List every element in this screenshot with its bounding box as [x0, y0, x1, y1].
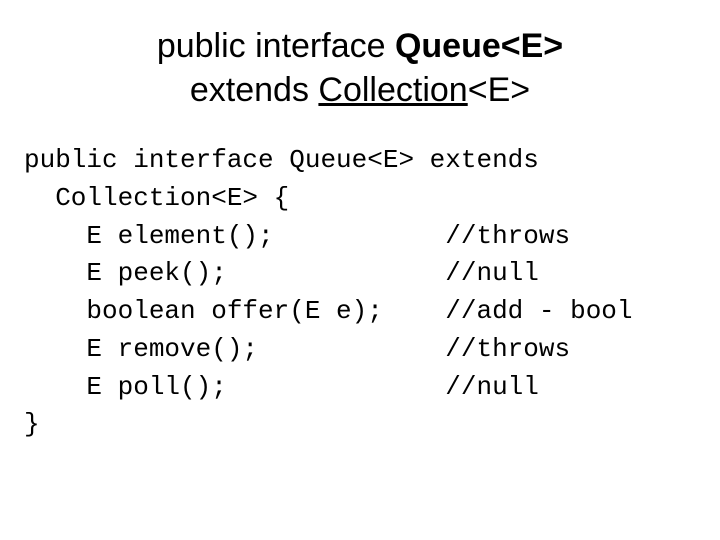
code-line-1: public interface Queue<E> extends [24, 145, 539, 175]
code-block: public interface Queue<E> extends Collec… [24, 142, 696, 444]
title-line1-prefix: public interface [157, 27, 395, 65]
code-line-5: boolean offer(E e); //add - bool [24, 296, 633, 326]
code-line-3: E element(); //throws [24, 221, 570, 251]
title-line2-underlined: Collection [318, 71, 467, 109]
title-line2-suffix: <E> [468, 71, 530, 109]
title-line1-bold: Queue<E> [395, 27, 563, 65]
code-line-4: E peek(); //null [24, 258, 539, 288]
title-line2-prefix: extends [190, 71, 319, 109]
code-line-6: E remove(); //throws [24, 334, 570, 364]
code-line-7: E poll(); //null [24, 372, 539, 402]
code-line-8: } [24, 409, 40, 439]
code-line-2: Collection<E> { [24, 183, 289, 213]
slide-title: public interface Queue<E> extends Collec… [24, 24, 696, 112]
slide: public interface Queue<E> extends Collec… [0, 0, 720, 540]
